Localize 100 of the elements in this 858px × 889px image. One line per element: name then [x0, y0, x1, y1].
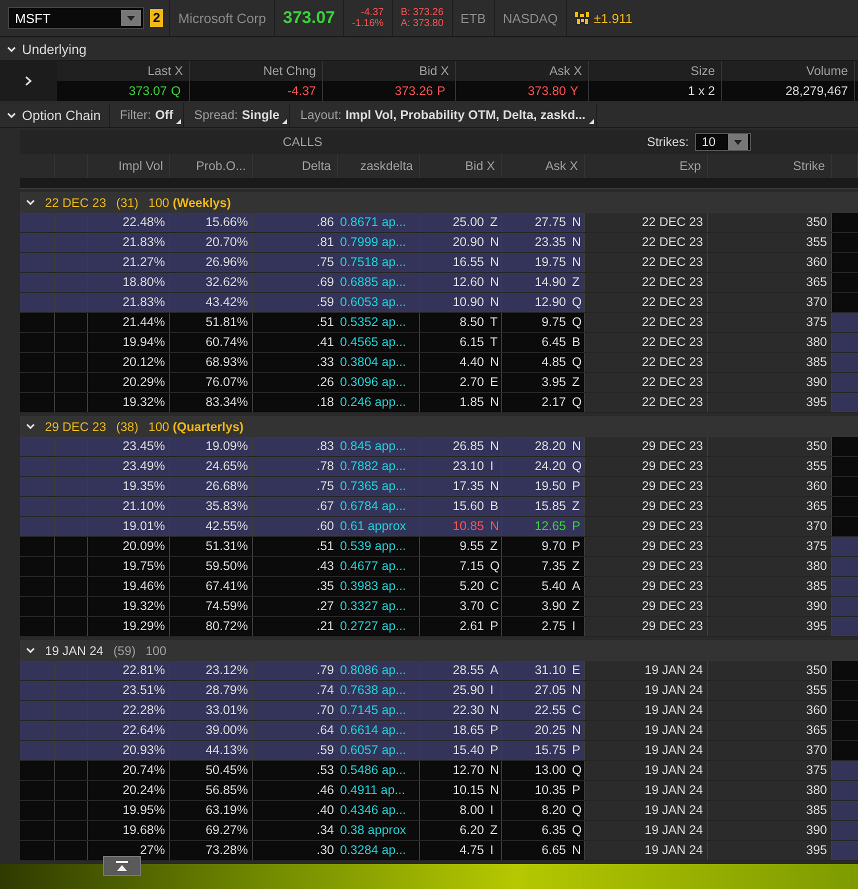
- table-cell: 22 DEC 23: [585, 253, 708, 272]
- chevron-icon[interactable]: [6, 46, 16, 52]
- table-cell: 20.74%: [88, 761, 170, 780]
- table-cell-text: 22.55: [534, 702, 567, 719]
- table-cell-text: 7.15: [458, 558, 485, 575]
- table-cell: 15.66%: [170, 213, 253, 232]
- option-row[interactable]: 19.75% 59.50% .43 0.4677 ap... 7.15 Q 7.35 Z 29 DEC 23 380: [20, 557, 858, 577]
- table-cell-text: .79: [316, 662, 335, 679]
- option-row[interactable]: 19.95% 63.19% .40 0.4346 ap... 8.00 I 8.20 Q 19 JAN 24 385: [20, 801, 858, 821]
- table-cell: I: [488, 681, 502, 700]
- layout-selector[interactable]: Layout: Impl Vol, Probability OTM, Delta, zaskd...: [289, 103, 597, 127]
- table-cell-text: .75: [316, 254, 335, 271]
- option-row[interactable]: 19.46% 67.41% .35 0.3983 ap... 5.20 C 5.40 A 29 DEC 23 385: [20, 577, 858, 597]
- quote-value: 373.80 Y: [456, 81, 589, 101]
- table-cell-text: 5.20: [458, 578, 485, 595]
- table-cell: 365: [708, 273, 832, 292]
- option-row[interactable]: 20.74% 50.45% .53 0.5486 ap... 12.70 N 13.00 Q 19 JAN 24 375: [20, 761, 858, 781]
- table-cell: 29 DEC 23: [585, 477, 708, 496]
- table-cell-text: 12.65: [534, 518, 567, 535]
- option-row[interactable]: 27% 73.28% .30 0.3284 ap... 4.75 I 6.65 N 19 JAN 24 395: [20, 841, 858, 861]
- table-cell: 23.45%: [88, 437, 170, 456]
- strikes-dropdown[interactable]: 10: [694, 133, 751, 151]
- table-cell: 20.24%: [88, 781, 170, 800]
- chevron-icon[interactable]: [26, 199, 35, 206]
- option-row[interactable]: 20.93% 44.13% .59 0.6057 ap... 15.40 P 15.75 P 19 JAN 24 370: [20, 741, 858, 761]
- table-cell: 350: [708, 661, 832, 680]
- table-cell-text: 24.20: [534, 458, 567, 475]
- option-row[interactable]: 20.09% 51.31% .51 0.539 app... 9.55 Z 9.70 P 29 DEC 23 375: [20, 537, 858, 557]
- option-row[interactable]: 19.01% 42.55% .60 0.61 approx 10.85 N 12.65 P 29 DEC 23 370: [20, 517, 858, 537]
- table-cell-text: 14.90: [534, 274, 567, 291]
- contract-multiplier: 100 (Quarterlys): [148, 420, 244, 434]
- option-row[interactable]: 19.68% 69.27% .34 0.38 approx 6.20 Z 6.35 Q 19 JAN 24 390: [20, 821, 858, 841]
- table-cell: 22 DEC 23: [585, 353, 708, 372]
- option-row[interactable]: 19.32% 74.59% .27 0.3327 ap... 3.70 C 3.90 Z 29 DEC 23 390: [20, 597, 858, 617]
- table-cell: 380: [708, 557, 832, 576]
- table-cell: 0.38 approx: [338, 821, 420, 840]
- option-row[interactable]: 22.48% 15.66% .86 0.8671 ap... 25.00 Z 27.75 N 22 DEC 23 350: [20, 213, 858, 233]
- table-cell-text: 12.70: [452, 762, 485, 779]
- chevron-icon[interactable]: [26, 423, 35, 430]
- option-row[interactable]: 20.29% 76.07% .26 0.3096 ap... 2.70 E 3.95 Z 22 DEC 23 390: [20, 373, 858, 393]
- option-row[interactable]: 19.32% 83.34% .18 0.246 app... 1.85 N 2.17 Q 22 DEC 23 395: [20, 393, 858, 413]
- spread-selector[interactable]: Spread: Single: [183, 103, 290, 127]
- table-cell: 370: [708, 741, 832, 760]
- table-cell: 0.6784 ap...: [338, 497, 420, 516]
- expiration-date[interactable]: 22 DEC 23: [45, 196, 106, 210]
- scroll-to-top-button[interactable]: [103, 856, 141, 876]
- chevron-icon[interactable]: [6, 112, 16, 118]
- option-row[interactable]: 21.83% 43.42% .59 0.6053 ap... 10.90 N 12.90 Q 22 DEC 23 370: [20, 293, 858, 313]
- expiration-date[interactable]: 29 DEC 23: [45, 420, 106, 434]
- option-row[interactable]: 23.49% 24.65% .78 0.7882 ap... 23.10 I 24.20 Q 29 DEC 23 355: [20, 457, 858, 477]
- table-cell-text: 20.90: [452, 234, 485, 251]
- table-cell-text: 6.15: [458, 334, 485, 351]
- table-cell-text: 6.45: [540, 334, 567, 351]
- option-row[interactable]: 22.81% 23.12% .79 0.8086 ap... 28.55 A 31.10 E 19 JAN 24 350: [20, 661, 858, 681]
- option-row[interactable]: 20.24% 56.85% .46 0.4911 ap... 10.15 N 10.35 P 19 JAN 24 380: [20, 781, 858, 801]
- option-row[interactable]: 18.80% 32.62% .69 0.6885 ap... 12.60 N 14.90 Z 22 DEC 23 365: [20, 273, 858, 293]
- option-row[interactable]: 23.45% 19.09% .83 0.845 app... 26.85 N 28.20 N 29 DEC 23 350: [20, 437, 858, 457]
- strikes-label: Strikes:: [647, 135, 689, 149]
- table-cell: 19.29%: [88, 617, 170, 636]
- table-cell: N: [488, 761, 502, 780]
- option-row[interactable]: 20.12% 68.93% .33 0.3804 ap... 4.40 N 4.85 Q 22 DEC 23 385: [20, 353, 858, 373]
- section-title[interactable]: Underlying: [22, 42, 87, 56]
- table-cell: 33.01%: [170, 701, 253, 720]
- days-to-expiry: (38): [116, 420, 138, 434]
- table-cell: 21.44%: [88, 313, 170, 332]
- table-cell: 60.74%: [170, 333, 253, 352]
- option-row[interactable]: 21.27% 26.96% .75 0.7518 ap... 16.55 N 19.75 N 22 DEC 23 360: [20, 253, 858, 273]
- table-cell-text: 9.55: [458, 538, 485, 555]
- dropdown-icon[interactable]: [127, 16, 135, 20]
- table-cell: 355: [708, 233, 832, 252]
- quote-value: 28,279,467: [722, 81, 855, 101]
- expiration-date[interactable]: 19 JAN 24: [45, 644, 104, 658]
- company-name: Microsoft Corp: [178, 10, 266, 26]
- section-title[interactable]: Option Chain: [22, 108, 109, 122]
- table-cell: 0.6053 ap...: [338, 293, 420, 312]
- option-row[interactable]: 19.94% 60.74% .41 0.4565 ap... 6.15 T 6.45 B 22 DEC 23 380: [20, 333, 858, 353]
- dropdown-icon[interactable]: [734, 140, 742, 144]
- chevron-icon[interactable]: [26, 647, 35, 654]
- table-cell-text: 9.75: [540, 314, 567, 331]
- column-header: Bid X: [323, 61, 456, 81]
- option-row[interactable]: 23.51% 28.79% .74 0.7638 ap... 25.90 I 27.05 N 19 JAN 24 355: [20, 681, 858, 701]
- table-cell: 19 JAN 24: [585, 801, 708, 820]
- option-row[interactable]: 21.83% 20.70% .81 0.7999 ap... 20.90 N 23.35 N 22 DEC 23 355: [20, 233, 858, 253]
- symbol-field[interactable]: MSFT: [8, 7, 144, 29]
- option-row[interactable]: 22.28% 33.01% .70 0.7145 ap... 22.30 N 22.55 C 19 JAN 24 360: [20, 701, 858, 721]
- option-row[interactable]: 22.64% 39.00% .64 0.6614 ap... 18.65 P 20.25 N 19 JAN 24 365: [20, 721, 858, 741]
- link-group-badge[interactable]: 2: [150, 9, 164, 27]
- option-row[interactable]: 21.10% 35.83% .67 0.6784 ap... 15.60 B 15.85 Z 29 DEC 23 365: [20, 497, 858, 517]
- table-cell: 0.2727 ap...: [338, 617, 420, 636]
- table-cell: 350: [708, 213, 832, 232]
- option-row[interactable]: 19.29% 80.72% .21 0.2727 ap... 2.61 P 2.75 I 29 DEC 23 395: [20, 617, 858, 637]
- table-cell-text: .18: [316, 394, 335, 411]
- option-row[interactable]: 21.44% 51.81% .51 0.5352 ap... 8.50 T 9.75 Q 22 DEC 23 375: [20, 313, 858, 333]
- option-row[interactable]: 19.35% 26.68% .75 0.7365 ap... 17.35 N 19.50 P 29 DEC 23 360: [20, 477, 858, 497]
- table-cell: I: [488, 841, 502, 860]
- filter-selector[interactable]: Filter: Off: [108, 103, 184, 127]
- table-cell: N: [488, 437, 502, 456]
- table-cell: 24.65%: [170, 457, 253, 476]
- expand-icon[interactable]: [25, 76, 32, 86]
- table-cell: 23.49%: [88, 457, 170, 476]
